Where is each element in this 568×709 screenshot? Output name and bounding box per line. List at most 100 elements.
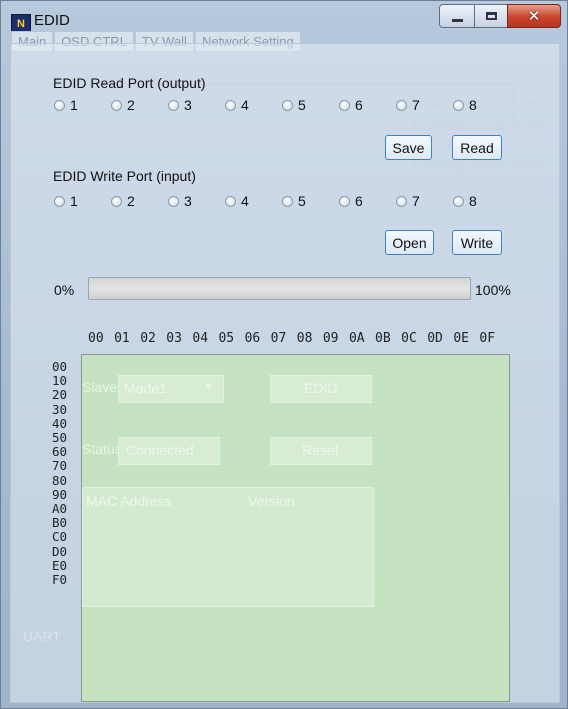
radio-label: 5 <box>298 97 306 113</box>
read-port-radio-1[interactable]: 1 <box>54 97 111 113</box>
radio-label: 4 <box>241 97 249 113</box>
radio-icon <box>282 195 293 207</box>
radio-icon <box>339 195 350 207</box>
radio-label: 3 <box>184 97 192 113</box>
background-edid-button-text: EDID <box>304 380 338 396</box>
read-port-radio-3[interactable]: 3 <box>168 97 225 113</box>
radio-icon <box>225 195 236 207</box>
hex-row-label: F0 <box>52 572 68 588</box>
hex-column-label: 0B <box>375 331 391 346</box>
hex-row-label: 40 <box>52 415 68 431</box>
edid-data-area[interactable]: SlaveAd Mode1 ▾ EDID Status Connected Re… <box>81 354 510 702</box>
background-version-header: Version <box>248 493 295 509</box>
write-port-radio-6[interactable]: 6 <box>339 193 396 209</box>
hex-column-label: 08 <box>296 331 313 346</box>
read-port-radio-4[interactable]: 4 <box>225 97 282 113</box>
write-port-radio-7[interactable]: 7 <box>396 193 453 209</box>
radio-label: 8 <box>469 97 477 113</box>
radio-label: 4 <box>241 193 249 209</box>
hex-row-label: A0 <box>52 501 68 517</box>
read-port-radio-7[interactable]: 7 <box>396 97 453 113</box>
hex-column-label: 05 <box>218 331 235 346</box>
radio-icon <box>453 195 464 207</box>
close-icon: ✕ <box>527 7 541 25</box>
hex-row-label: 60 <box>52 444 68 460</box>
radio-label: 7 <box>412 97 420 113</box>
background-reset-text: Reset <box>302 442 339 458</box>
background-mac-header: MAC Address <box>86 493 172 509</box>
read-port-radio-2[interactable]: 2 <box>111 97 168 113</box>
minimize-button[interactable] <box>439 4 475 28</box>
write-port-radio-5[interactable]: 5 <box>282 193 339 209</box>
hex-row-label: C0 <box>52 529 68 545</box>
radio-icon <box>225 99 236 111</box>
read-port-radio-5[interactable]: 5 <box>282 97 339 113</box>
write-port-radio-4[interactable]: 4 <box>225 193 282 209</box>
hex-row-label: 70 <box>52 458 68 474</box>
radio-label: 1 <box>70 193 78 209</box>
read-port-title: EDID Read Port (output) <box>53 75 206 91</box>
write-port-radio-1[interactable]: 1 <box>54 193 111 209</box>
background-status-label: Status <box>82 441 122 457</box>
save-button[interactable]: Save <box>385 135 432 160</box>
radio-label: 2 <box>127 97 135 113</box>
write-button[interactable]: Write <box>452 230 502 255</box>
hex-column-label: 07 <box>270 331 287 346</box>
maximize-button[interactable] <box>474 4 508 28</box>
write-port-radio-8[interactable]: 8 <box>453 193 510 209</box>
hex-column-label: 03 <box>166 331 182 346</box>
window-title: EDID <box>34 12 70 29</box>
radio-icon <box>111 99 122 111</box>
background-dropdown-text: Mode1 <box>124 380 167 396</box>
radio-label: 6 <box>355 97 363 113</box>
open-button[interactable]: Open <box>385 230 434 255</box>
hex-column-label: 0E <box>453 331 469 346</box>
hex-column-label: 0C <box>401 331 417 346</box>
radio-label: 6 <box>355 193 363 209</box>
progress-start-label: 0% <box>54 282 75 298</box>
radio-icon <box>54 99 65 111</box>
minimize-icon <box>451 18 463 22</box>
write-port-title: EDID Write Port (input) <box>53 168 196 184</box>
background-uart-label: UART <box>23 628 61 644</box>
radio-label: 1 <box>70 97 78 113</box>
read-port-radio-6[interactable]: 6 <box>339 97 396 113</box>
radio-icon <box>282 99 293 111</box>
hex-column-label: 06 <box>244 331 261 346</box>
edid-window: N EDID ✕ Main OSD CTRL TV Wall Network Sett… <box>0 0 568 709</box>
background-dropdown-arrow-icon: ▾ <box>206 381 212 393</box>
radio-label: 7 <box>412 193 420 209</box>
read-button[interactable]: Read <box>452 135 502 160</box>
radio-label: 8 <box>469 193 477 209</box>
radio-icon <box>396 99 407 111</box>
hex-row-label: 90 <box>52 486 68 502</box>
hex-row-label: 00 <box>52 359 68 374</box>
progress-end-label: 100% <box>475 282 511 298</box>
hex-row-label: 10 <box>52 373 68 389</box>
radio-label: 2 <box>127 193 135 209</box>
radio-icon <box>168 195 179 207</box>
hex-column-label: 01 <box>114 331 130 346</box>
hex-row-label: D0 <box>52 543 68 559</box>
maximize-icon <box>485 12 497 20</box>
radio-label: 5 <box>298 193 306 209</box>
hex-row-label: 50 <box>52 430 68 446</box>
hex-column-label: 00 <box>88 331 104 346</box>
hex-row-label: 30 <box>52 401 68 417</box>
read-port-radio-8[interactable]: 8 <box>453 97 510 113</box>
background-status-text: Connected <box>126 442 194 458</box>
hex-column-label: 0A <box>348 331 365 346</box>
write-port-radio-2[interactable]: 2 <box>111 193 168 209</box>
progress-bar <box>88 277 471 300</box>
write-port-radio-3[interactable]: 3 <box>168 193 225 209</box>
hex-column-label: 0D <box>427 331 443 346</box>
radio-icon <box>339 99 350 111</box>
hex-row-label: 20 <box>52 387 68 403</box>
radio-icon <box>111 195 122 207</box>
hex-row-label: 80 <box>52 472 68 488</box>
close-button[interactable]: ✕ <box>507 4 561 28</box>
radio-icon <box>168 99 179 111</box>
hex-row-label: B0 <box>52 515 68 531</box>
hex-column-label: 02 <box>140 331 156 346</box>
hex-column-label: 04 <box>192 331 209 346</box>
